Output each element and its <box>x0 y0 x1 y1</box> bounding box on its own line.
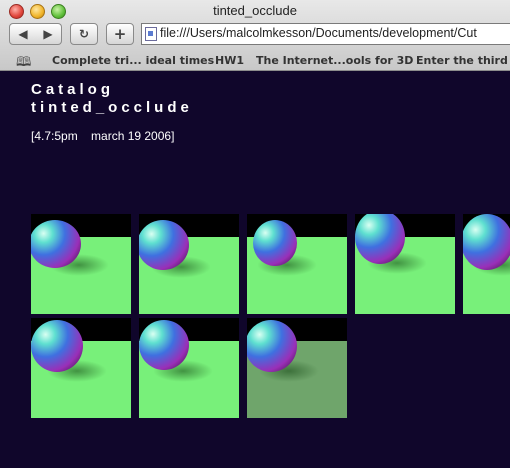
render-thumbnail[interactable] <box>463 214 510 314</box>
browser-chrome: tinted_occlude ◀ ▶ ↻ + file:///Users/mal… <box>0 0 510 71</box>
bookmarks-bar: 🕮 Complete tri... ideal times HW1 The In… <box>0 50 510 70</box>
render-thumbnail[interactable] <box>139 318 239 418</box>
bookmark-item[interactable]: Enter the third d <box>416 54 510 67</box>
render-thumbnail[interactable] <box>31 214 131 314</box>
catalog-heading: Catalog <box>31 81 115 98</box>
address-text: file:///Users/malcolmkesson/Documents/de… <box>160 26 477 40</box>
render-thumbnail[interactable] <box>31 318 131 418</box>
render-thumbnail[interactable] <box>247 214 347 314</box>
reload-icon: ↻ <box>78 27 90 41</box>
file-page-icon <box>145 27 157 41</box>
page-title: Catalog tinted_occlude <box>31 81 193 117</box>
timestamp-line: [4.7:5pm march 19 2006] <box>31 129 175 143</box>
address-bar[interactable]: file:///Users/malcolmkesson/Documents/de… <box>141 23 510 45</box>
bookmark-item[interactable]: HW1 <box>215 54 244 67</box>
bookmarks-book-icon[interactable]: 🕮 <box>16 53 31 70</box>
render-thumbnail[interactable] <box>355 214 455 314</box>
reload-button[interactable]: ↻ <box>70 23 98 45</box>
page-content: Catalog tinted_occlude [4.7:5pm march 19… <box>0 71 510 468</box>
back-arrow-icon: ◀ <box>18 27 28 41</box>
add-bookmark-icon: + <box>113 25 127 43</box>
bookmark-item[interactable]: Complete tri... ideal times <box>52 54 214 67</box>
window-title: tinted_occlude <box>213 3 297 18</box>
navigation-toolbar: ◀ ▶ ↻ + file:///Users/malcolmkesson/Docu… <box>0 22 510 48</box>
forward-button[interactable]: ▶ <box>35 23 62 45</box>
catalog-name: tinted_occlude <box>31 99 193 116</box>
bookmark-item[interactable]: The Internet...ools for 3D <box>256 54 413 67</box>
title-bar: tinted_occlude <box>0 0 510 22</box>
add-bookmark-button[interactable]: + <box>106 23 134 45</box>
render-thumbnail[interactable] <box>139 214 239 314</box>
back-button[interactable]: ◀ <box>9 23 37 45</box>
render-thumbnail[interactable] <box>247 318 347 418</box>
forward-arrow-icon: ▶ <box>43 27 53 41</box>
